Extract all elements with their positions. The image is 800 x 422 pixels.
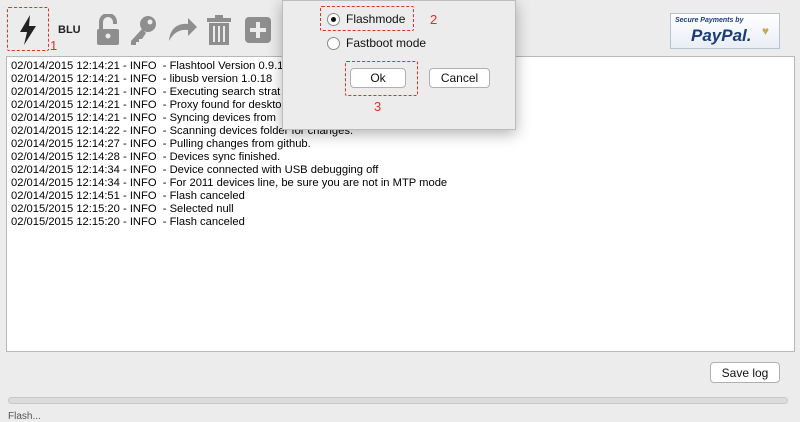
unlock-icon[interactable] [92,13,124,47]
fastboot-radio[interactable] [327,36,340,50]
log-line: 02/015/2015 12:15:20 - INFO - Flash canc… [11,216,245,228]
log-line: 02/014/2015 12:14:21 - INFO - Flashtool … [11,60,284,72]
log-line: 02/014/2015 12:14:34 - INFO - For 2011 d… [11,177,448,189]
log-line: 02/014/2015 12:14:21 - INFO - Syncing de… [11,112,276,124]
heart-icon: ♥ [761,24,769,38]
trash-icon[interactable] [203,13,235,47]
mode-select-dialog: Flashmode 2 Fastboot mode Ok 3 Cancel [282,0,516,130]
add-icon[interactable] [242,13,274,47]
annotation-2: 2 [430,12,438,27]
paypal-donate-button[interactable]: Secure Payments by PayPal. ♥ [670,13,780,49]
progress-bar [8,397,788,404]
fastboot-label: Fastboot mode [346,36,427,50]
log-line: 02/014/2015 12:14:21 - INFO - Executing … [11,86,281,98]
log-line: 02/014/2015 12:14:21 - INFO - libusb ver… [11,73,273,85]
paypal-secure-text: Secure Payments by [675,17,744,24]
log-line: 02/014/2015 12:14:51 - INFO - Flash canc… [11,190,245,202]
paypal-logo: PayPal. [691,26,752,45]
log-line: 02/014/2015 12:14:21 - INFO - Proxy foun… [11,99,282,111]
log-line: 02/015/2015 12:15:20 - INFO - Selected n… [11,203,234,215]
annotation-3: 3 [374,99,382,114]
log-line: 02/014/2015 12:14:34 - INFO - Device con… [11,164,379,176]
flash-highlight-box [7,7,49,51]
log-line: 02/014/2015 12:14:27 - INFO - Pulling ch… [11,138,311,150]
cancel-button[interactable]: Cancel [429,68,490,88]
fastboot-option[interactable]: Fastboot mode [327,36,426,50]
log-line: 02/014/2015 12:14:28 - INFO - Devices sy… [11,151,281,163]
ok-highlight-box [345,61,418,96]
status-text: Flash... [8,411,41,422]
redo-arrow-icon[interactable] [166,13,198,47]
flashmode-highlight-box [320,6,414,31]
save-log-button[interactable]: Save log [710,362,780,383]
key-icon[interactable] [127,13,159,47]
device-label: BLU [58,24,81,36]
annotation-1: 1 [50,38,58,53]
